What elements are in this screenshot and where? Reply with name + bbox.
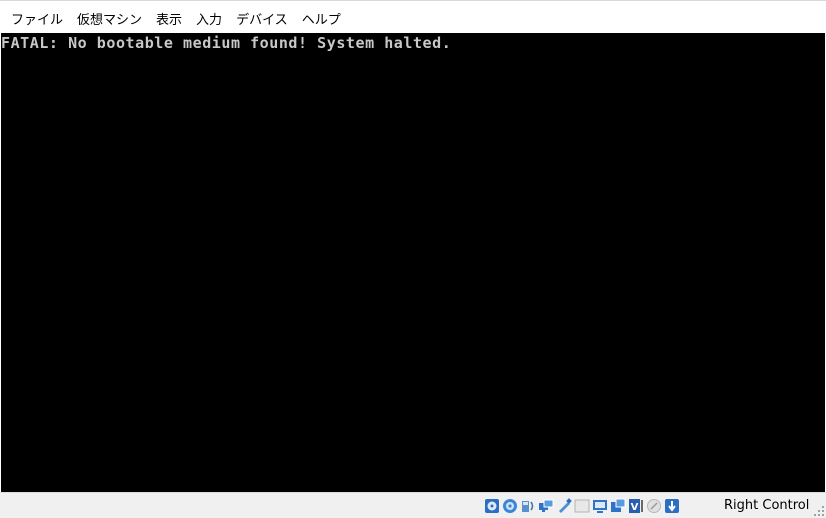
optical-drive-icon[interactable] — [502, 498, 518, 514]
menu-input[interactable]: 入力 — [189, 13, 229, 33]
network-icon[interactable] — [538, 498, 554, 514]
mouse-integration-icon[interactable] — [646, 498, 662, 514]
hard-disk-icon[interactable] — [484, 498, 500, 514]
cpu-icon[interactable]: V — [628, 498, 644, 514]
status-icons: V — [484, 497, 680, 515]
menu-view[interactable]: 表示 — [149, 13, 189, 33]
svg-text:V: V — [631, 502, 639, 513]
menu-file[interactable]: ファイル — [4, 13, 70, 33]
console-message: FATAL: No bootable medium found! System … — [1, 34, 452, 52]
shared-folders-icon[interactable] — [574, 498, 590, 514]
virtualbox-vm-window: ファイル 仮想マシン 表示 入力 デバイス ヘルプ FATAL: No boot… — [0, 0, 826, 518]
vm-display[interactable]: FATAL: No bootable medium found! System … — [1, 33, 825, 492]
menu-help[interactable]: ヘルプ — [295, 13, 348, 33]
menu-machine[interactable]: 仮想マシン — [70, 13, 149, 33]
status-bar: V Right Control — [0, 492, 826, 518]
usb-icon[interactable] — [556, 498, 572, 514]
host-key-arrow-icon[interactable] — [664, 498, 680, 514]
menu-bar: ファイル 仮想マシン 表示 入力 デバイス ヘルプ — [0, 0, 826, 33]
menu-devices[interactable]: デバイス — [229, 13, 295, 33]
resize-grip[interactable] — [814, 506, 824, 516]
host-key-label: Right Control — [724, 498, 810, 513]
video-capture-icon[interactable] — [610, 498, 626, 514]
display-icon[interactable] — [592, 498, 608, 514]
audio-icon[interactable] — [520, 498, 536, 514]
